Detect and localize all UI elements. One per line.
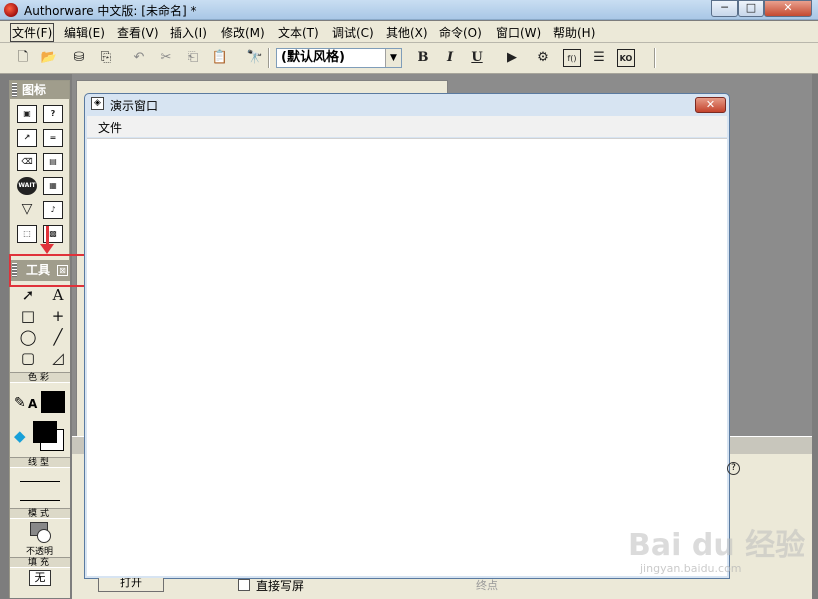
fill-section-label: 填充 xyxy=(10,557,70,568)
bold-button[interactable]: B xyxy=(414,49,432,67)
open-button[interactable]: 打开 xyxy=(98,578,164,592)
text-style-select[interactable]: (默认风格) ▼ xyxy=(276,48,402,68)
line-color-swatch[interactable] xyxy=(41,391,65,413)
save-all-icon[interactable]: ⛁ xyxy=(70,49,88,67)
presentation-canvas[interactable] xyxy=(87,138,727,576)
menu-window[interactable]: 窗口(W) xyxy=(496,24,541,41)
variables-icon[interactable]: ☰ xyxy=(590,49,608,67)
menu-help[interactable]: 帮助(H) xyxy=(553,24,595,41)
new-file-icon[interactable]: 🗋 xyxy=(14,49,32,67)
mode-selector[interactable]: 不透明 xyxy=(10,519,70,557)
menu-debug[interactable]: 调试(C) xyxy=(332,24,374,41)
text-tool-icon[interactable]: A xyxy=(47,285,69,305)
tool-palette: ➚ A □ + ◯ ╱ ▢ ◿ 色彩 ✎ A ◆ 线型 模式 不透明 填充 无 xyxy=(10,260,70,598)
rectangle-tool-icon[interactable]: □ xyxy=(17,306,39,326)
toolbar-separator xyxy=(654,48,656,68)
menu-modify[interactable]: 修改(M) xyxy=(221,24,265,41)
navigate-icon[interactable]: ▽ xyxy=(17,201,37,219)
menu-command[interactable]: 命令(O) xyxy=(439,24,482,41)
mode-circle-icon xyxy=(37,529,51,543)
run-icon[interactable]: ▶ xyxy=(503,49,521,67)
toolbar-separator xyxy=(268,48,270,68)
direct-to-screen-label: 直接写屏 xyxy=(256,579,305,593)
display-icon[interactable]: ▣ xyxy=(17,105,37,123)
calculation-icon[interactable]: = xyxy=(43,129,63,147)
minimize-button[interactable]: ─ xyxy=(711,0,738,17)
framework-icon[interactable]: ⬚ xyxy=(17,225,37,243)
undo-icon[interactable]: ↶ xyxy=(130,49,148,67)
presentation-menu-file[interactable]: 文件 xyxy=(98,119,122,136)
underline-button[interactable]: U xyxy=(468,49,486,67)
sound-icon[interactable]: ♪ xyxy=(43,201,63,219)
endpoint-label: 终点 xyxy=(476,579,498,592)
presentation-window-icon: ◈ xyxy=(91,97,104,110)
motion-icon[interactable]: ↗ xyxy=(17,129,37,147)
watermark-url: jingyan.baidu.com xyxy=(640,562,742,575)
menu-insert[interactable]: 插入(I) xyxy=(170,24,207,41)
help-icon[interactable]: ? xyxy=(727,462,740,475)
rounded-rect-tool-icon[interactable]: ▢ xyxy=(17,348,39,368)
line-section-label: 线型 xyxy=(10,457,70,468)
presentation-window-title: 演示窗口 xyxy=(110,99,159,113)
text-style-value: (默认风格) xyxy=(281,50,345,65)
line-medium[interactable] xyxy=(20,500,60,501)
pointer-tool-icon[interactable]: ➚ xyxy=(17,285,39,305)
crosshair-tool-icon[interactable]: + xyxy=(47,306,69,326)
line-tool-icon[interactable]: ╱ xyxy=(47,327,69,347)
fill-selector[interactable]: 无 xyxy=(29,570,51,586)
highlight-box xyxy=(9,254,94,287)
menu-view[interactable]: 查看(V) xyxy=(117,24,159,41)
presentation-menu-bar xyxy=(87,116,727,137)
pen-text-label: A xyxy=(28,397,38,411)
polygon-tool-icon[interactable]: ◿ xyxy=(47,348,69,368)
find-icon[interactable]: 🔭 xyxy=(246,49,264,67)
paint-bucket-icon: ◆ xyxy=(14,427,26,445)
foreground-color-swatch[interactable] xyxy=(33,421,57,443)
chevron-down-icon[interactable]: ▼ xyxy=(385,49,401,67)
control-panel-icon[interactable]: ⚙ xyxy=(534,49,552,67)
functions-icon[interactable]: f() xyxy=(563,49,581,67)
maximize-button[interactable]: □ xyxy=(738,0,764,17)
cut-icon[interactable]: ✂ xyxy=(157,49,175,67)
direct-to-screen-checkbox[interactable] xyxy=(238,579,250,591)
menu-bar: 文件(F) 编辑(E) 查看(V) 插入(I) 修改(M) 文本(T) 调试(C… xyxy=(0,21,818,43)
interaction-icon[interactable]: ? xyxy=(43,105,63,123)
annotation-arrow-head xyxy=(40,244,54,254)
mode-section-label: 模式 xyxy=(10,508,70,519)
menu-file[interactable]: 文件(F) xyxy=(9,23,55,42)
color-section-label: 色彩 xyxy=(10,372,70,383)
paste-icon[interactable]: 📋 xyxy=(211,49,229,67)
mode-value: 不透明 xyxy=(26,547,54,557)
digital-movie-icon[interactable]: ▦ xyxy=(43,177,63,195)
icon-palette-header: 图标 xyxy=(10,81,69,99)
line-style-options[interactable] xyxy=(10,468,70,506)
line-thin[interactable] xyxy=(20,481,60,482)
menu-other[interactable]: 其他(X) xyxy=(386,24,428,41)
watermark-logo: Bai du 经验 xyxy=(628,528,806,563)
close-button[interactable]: ✕ xyxy=(764,0,812,17)
italic-button[interactable]: I xyxy=(441,49,459,67)
icon-palette-title: 图标 xyxy=(22,83,47,97)
window-title: Authorware 中文版: [未命名] * xyxy=(24,4,197,18)
menu-edit[interactable]: 编辑(E) xyxy=(64,24,105,41)
grip-handle-icon[interactable] xyxy=(12,83,17,97)
presentation-close-button[interactable]: ✕ xyxy=(695,97,726,113)
import-icon[interactable]: ⎘ xyxy=(97,49,115,67)
menu-text[interactable]: 文本(T) xyxy=(278,24,319,41)
knowledge-objects-icon[interactable]: KO xyxy=(617,49,635,67)
pencil-icon: ✎ xyxy=(14,395,26,411)
wait-icon[interactable]: WAIT xyxy=(17,177,37,195)
open-file-icon[interactable]: 📂 xyxy=(40,49,58,67)
toolbar: 🗋 📂 ⛁ ⎘ ↶ ✂ ⎗ 📋 🔭 B I U ▶ ⚙ f() ☰ KO xyxy=(0,43,818,74)
erase-icon[interactable]: ⌫ xyxy=(17,153,37,171)
map-icon[interactable]: ▤ xyxy=(43,153,63,171)
copy-icon[interactable]: ⎗ xyxy=(184,49,202,67)
authorware-logo-icon xyxy=(4,3,18,17)
ellipse-tool-icon[interactable]: ◯ xyxy=(17,327,39,347)
